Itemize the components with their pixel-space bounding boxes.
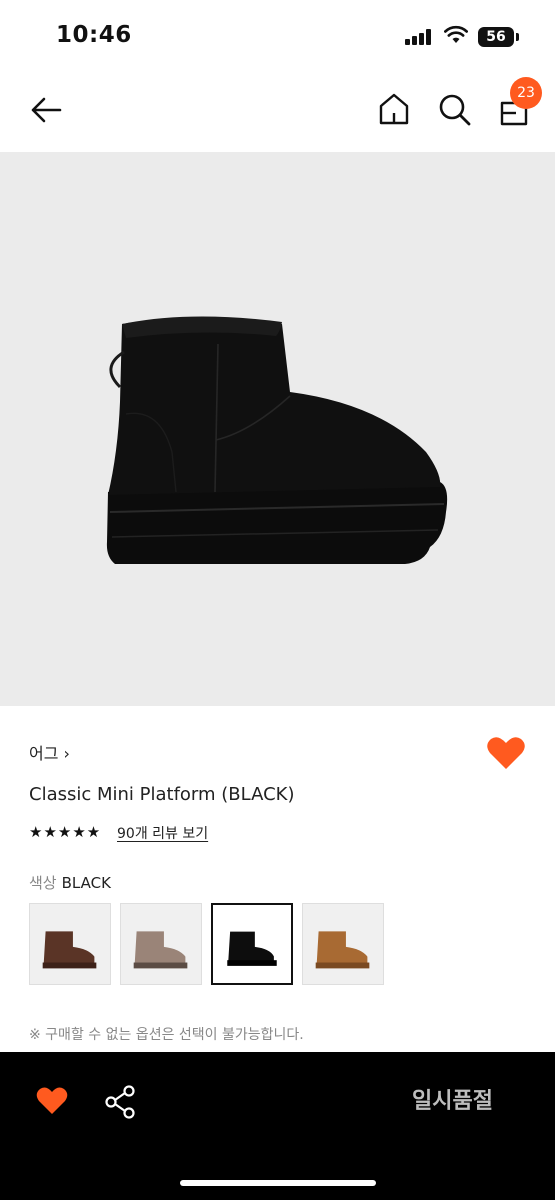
- heart-icon[interactable]: [486, 735, 526, 771]
- color-swatch-black[interactable]: [211, 903, 293, 985]
- boot-thumbnail: [227, 931, 277, 966]
- heart-icon[interactable]: [36, 1086, 68, 1116]
- option-notice: ※ 구매할 수 없는 옵션은 선택이 불가능합니다.: [29, 1027, 304, 1043]
- status-time: 10:46: [56, 22, 132, 48]
- wifi-icon: [444, 25, 468, 43]
- battery-cap: [516, 33, 519, 41]
- product-name: Classic Mini Platform (BLACK): [29, 784, 295, 805]
- color-swatch-brown[interactable]: [29, 903, 111, 985]
- home-icon[interactable]: [377, 91, 411, 127]
- cart-count-badge: 23: [510, 77, 542, 109]
- boot-image: [106, 316, 448, 564]
- share-icon[interactable]: [104, 1085, 136, 1119]
- cellular-signal-icon: [405, 29, 433, 45]
- search-icon[interactable]: [436, 91, 472, 127]
- color-swatch-chestnut[interactable]: [302, 903, 384, 985]
- rating-stars: ★★★★★: [29, 823, 102, 841]
- sold-out-status: 일시품절: [412, 1089, 493, 1114]
- color-swatch-taupe[interactable]: [120, 903, 202, 985]
- boot-thumbnail: [315, 931, 370, 969]
- boot-thumbnail: [42, 931, 97, 969]
- color-row: 색상 BLACK: [29, 872, 111, 893]
- product-image[interactable]: [0, 152, 555, 706]
- review-link[interactable]: 90개 리뷰 보기: [117, 823, 208, 843]
- color-label: 색상: [29, 874, 57, 892]
- back-arrow-icon[interactable]: [28, 92, 64, 128]
- brand-link[interactable]: 어그 ›: [29, 740, 70, 764]
- boot-thumbnail: [133, 931, 188, 969]
- home-indicator[interactable]: [180, 1180, 376, 1186]
- bottom-action-bar: [0, 1052, 555, 1200]
- battery-indicator: 56: [478, 27, 514, 47]
- color-value: BLACK: [61, 874, 111, 892]
